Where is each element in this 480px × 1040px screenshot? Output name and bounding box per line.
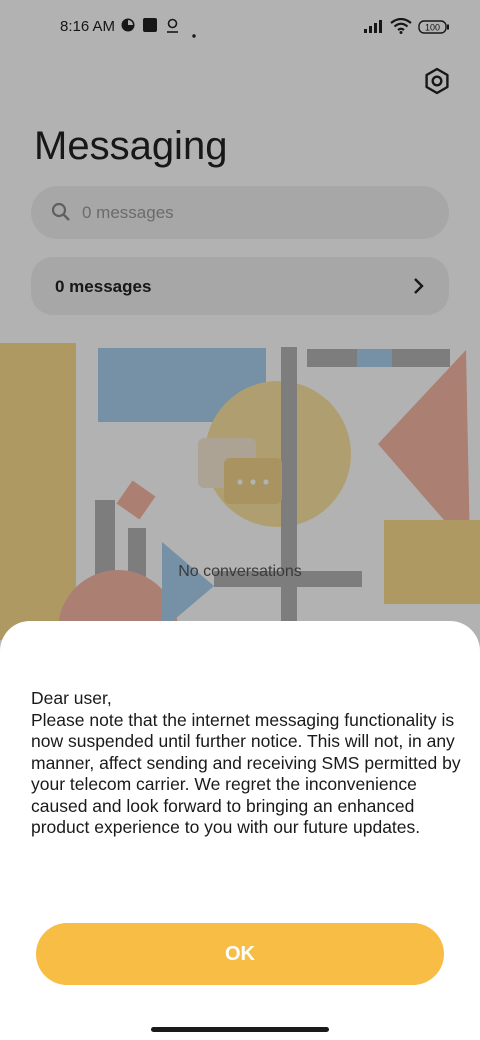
dialog-body: Please note that the internet messaging … <box>31 709 461 838</box>
home-indicator[interactable] <box>151 1027 329 1032</box>
dialog-greeting: Dear user, <box>31 688 112 708</box>
ok-button[interactable]: OK <box>36 923 444 985</box>
notice-dialog: Dear user, Please note that the internet… <box>0 621 480 1040</box>
dialog-message: Dear user, Please note that the internet… <box>31 688 461 839</box>
